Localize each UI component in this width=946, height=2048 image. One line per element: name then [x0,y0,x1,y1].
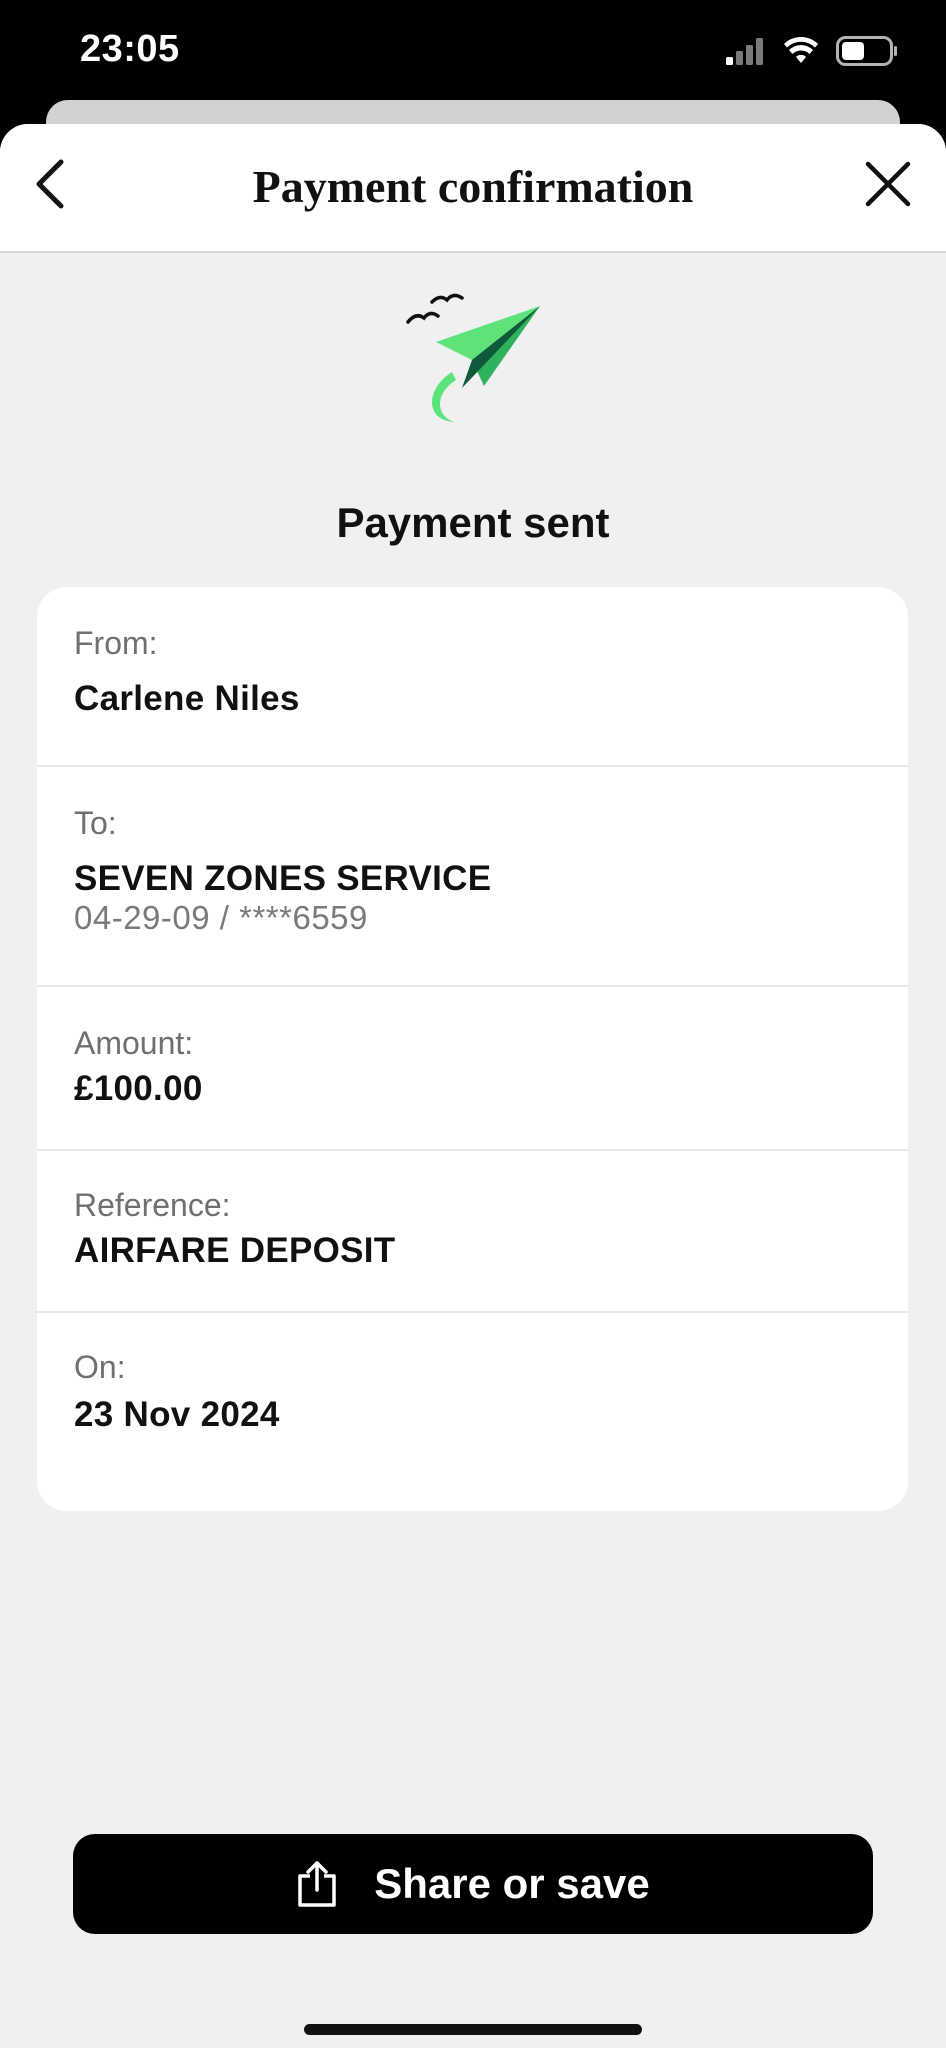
to-row: To: SEVEN ZONES SERVICE 04-29-09 / ****6… [37,767,908,987]
amount-row: Amount: £100.00 [37,987,908,1151]
date-label: On: [74,1349,126,1385]
signal-icon [726,38,763,65]
reference-value: AIRFARE DEPOSIT [74,1231,396,1270]
payment-details-card: From: Carlene Niles To: SEVEN ZONES SERV… [37,587,908,1511]
paper-plane-illustration [406,293,540,422]
payment-status-heading: Payment sent [336,499,610,546]
reference-label: Reference: [74,1187,231,1223]
share-button-label: Share or save [374,1860,650,1907]
status-bar: 23:05 [0,0,946,100]
nav-bar: Payment confirmation [0,124,946,253]
page-title: Payment confirmation [252,161,694,212]
wifi-icon [784,37,818,63]
to-account-number: 04-29-09 / ****6559 [74,899,368,936]
to-label: To: [74,805,117,841]
home-indicator[interactable] [304,2024,642,2035]
payment-confirmation-sheet: Payment confirmation Payment sent From: … [0,124,946,2048]
status-time: 23:05 [80,28,180,70]
share-icon [298,1861,336,1907]
to-value: SEVEN ZONES SERVICE [74,859,492,898]
date-value: 23 Nov 2024 [74,1395,280,1434]
reference-row: Reference: AIRFARE DEPOSIT [37,1151,908,1313]
amount-label: Amount: [74,1025,194,1061]
close-button[interactable] [858,154,918,214]
battery-icon [836,36,897,66]
from-label: From: [74,625,158,661]
date-row: On: 23 Nov 2024 [37,1313,908,1511]
amount-value: £100.00 [74,1069,203,1108]
share-or-save-button[interactable]: Share or save [73,1834,873,1934]
close-icon [865,161,911,207]
status-icons [726,36,898,66]
from-value: Carlene Niles [74,679,300,718]
from-row: From: Carlene Niles [37,587,908,767]
